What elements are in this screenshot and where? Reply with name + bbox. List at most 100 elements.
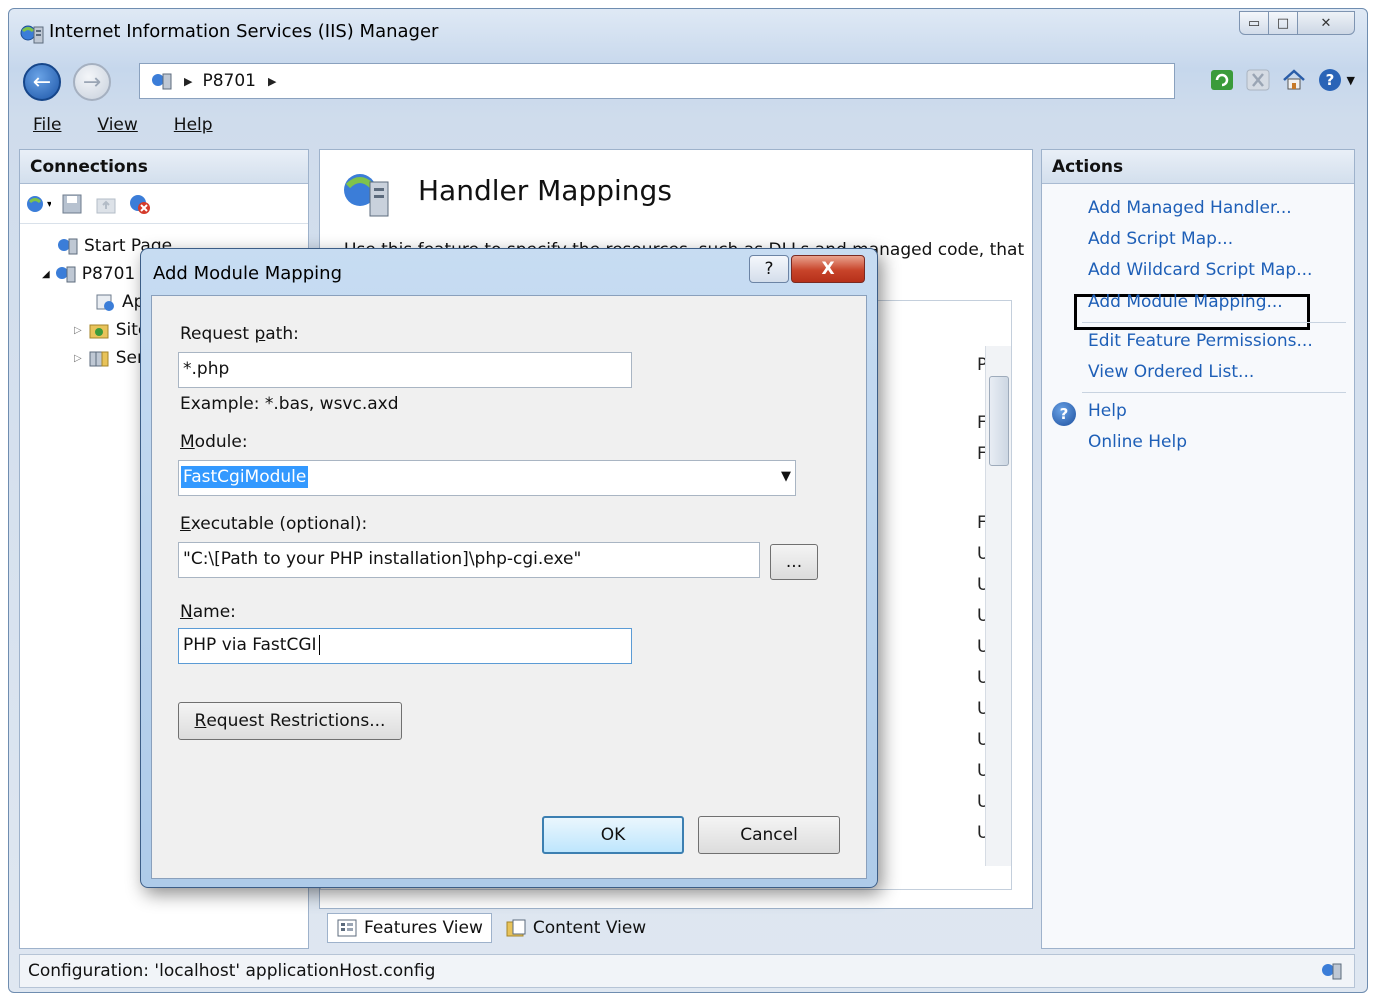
executable-label-accel: E (180, 514, 191, 534)
actions-panel: Actions Add Managed Handler... Add Scrip… (1041, 149, 1355, 949)
action-edit-feature-permissions[interactable]: Edit Feature Permissions... (1088, 331, 1313, 351)
handler-mappings-icon (344, 174, 389, 217)
browse-button[interactable]: ... (770, 544, 818, 580)
tree-server-label: P8701 (81, 264, 136, 284)
ok-button-label: OK (600, 825, 626, 845)
request-restrictions-label: equest Restrictions... (206, 711, 386, 731)
action-add-module-mapping[interactable]: Add Module Mapping... (1088, 292, 1283, 312)
up-level-button[interactable] (92, 190, 120, 218)
name-label-accel: N (180, 602, 193, 622)
tab-features-view[interactable]: Features View (327, 913, 492, 943)
globe-connect-icon: ▾ (27, 195, 51, 212)
request-path-example: Example: *.bas, wsvc.axd (180, 394, 399, 414)
tree-sites[interactable]: ▷ Site (74, 320, 148, 340)
tree-server[interactable]: ◢ P8701 (42, 264, 135, 284)
module-label-post: odule: (194, 432, 248, 452)
stop-icon (1246, 69, 1270, 91)
tree-server-farms[interactable]: ▷ Ser (74, 348, 144, 368)
server-icon (152, 73, 172, 90)
name-label-post: ame: (192, 602, 236, 622)
status-text: Configuration: 'localhost' applicationHo… (28, 961, 436, 981)
refresh-icon (1210, 70, 1233, 90)
menu-file[interactable]: File (29, 113, 65, 143)
address-bar[interactable]: ▶ P8701 ▶ (139, 63, 1175, 99)
action-add-script-map[interactable]: Add Script Map... (1088, 229, 1233, 249)
add-module-mapping-dialog: Add Module Mapping ? X Request path: *.p… (140, 248, 878, 888)
action-online-help[interactable]: Online Help (1088, 432, 1187, 452)
expand-triangle-icon[interactable]: ◢ (42, 269, 50, 280)
dialog-close-button[interactable]: X (791, 255, 865, 283)
help-dropdown-button[interactable]: ? (1315, 65, 1345, 95)
close-icon: X (821, 259, 835, 279)
expand-arrow-icon[interactable]: ▷ (74, 325, 82, 336)
name-input[interactable]: PHP via FastCGI (178, 628, 632, 664)
maximize-icon: □ (1276, 15, 1290, 31)
svg-text:▾: ▾ (47, 199, 51, 210)
disconnect-button[interactable] (126, 190, 154, 218)
expand-arrow-icon[interactable]: ▷ (74, 353, 82, 364)
arrow-right-icon: → (82, 69, 102, 95)
content-view-icon (506, 919, 526, 937)
breadcrumb-arrow-icon[interactable]: ▶ (184, 75, 192, 88)
minimize-button[interactable]: ▭ (1239, 11, 1269, 35)
close-icon: ✕ (1320, 15, 1332, 31)
dialog-help-button[interactable]: ? (749, 255, 789, 283)
module-select[interactable]: FastCgiModule ▼ (178, 460, 796, 496)
maximize-button[interactable]: □ (1268, 11, 1298, 35)
vertical-scrollbar[interactable] (985, 346, 1011, 866)
action-help[interactable]: Help (1088, 401, 1127, 421)
ok-button[interactable]: OK (542, 816, 684, 854)
breadcrumb-server[interactable]: P8701 (202, 71, 256, 91)
stop-button[interactable] (1243, 65, 1273, 95)
back-button[interactable]: ← (23, 63, 61, 101)
chevron-down-icon[interactable]: ▼ (1347, 74, 1355, 87)
menu-help-label: Help (173, 115, 213, 135)
page-title: Handler Mappings (418, 174, 672, 207)
menu-bar: File View Help (9, 113, 225, 143)
folder-up-icon (96, 198, 116, 213)
scrollbar-thumb[interactable] (989, 376, 1009, 466)
tree-app-pools[interactable]: Ap (94, 292, 144, 312)
action-view-ordered-list[interactable]: View Ordered List... (1088, 362, 1254, 382)
tab-content-view[interactable]: Content View (496, 913, 655, 943)
dialog-title: Add Module Mapping (153, 263, 342, 284)
save-button[interactable] (58, 190, 86, 218)
tab-content-view-label: Content View (532, 918, 647, 938)
connections-toolbar: ▾ (20, 184, 308, 224)
request-restrictions-button[interactable]: Request Restrictions... (178, 702, 402, 740)
home-button[interactable] (1279, 65, 1309, 95)
actions-header: Actions (1042, 150, 1354, 184)
window-close-button[interactable]: ✕ (1297, 11, 1355, 35)
sites-folder-icon (89, 324, 109, 339)
minimize-icon: ▭ (1247, 15, 1261, 31)
menu-help[interactable]: Help (170, 113, 217, 143)
action-add-managed-handler[interactable]: Add Managed Handler... (1088, 198, 1292, 218)
status-bar: Configuration: 'localhost' applicationHo… (19, 954, 1355, 988)
home-icon (1282, 69, 1305, 90)
action-add-wildcard-script-map[interactable]: Add Wildcard Script Map... (1088, 260, 1312, 280)
executable-input[interactable]: "C:\[Path to your PHP installation]\php-… (178, 542, 760, 578)
request-path-label-pre: Request (180, 324, 255, 344)
cancel-button-label: Cancel (740, 825, 798, 845)
forward-button[interactable]: → (73, 63, 111, 101)
module-selected-value: FastCgiModule (181, 466, 309, 488)
menu-view[interactable]: View (93, 113, 141, 143)
arrow-left-icon: ← (32, 69, 52, 95)
server-icon (55, 266, 76, 283)
nav-toolbar: ? ▼ (1201, 65, 1355, 95)
connect-button[interactable]: ▾ (24, 190, 52, 218)
help-icon: ? (1318, 69, 1341, 91)
server-farm-icon (89, 351, 109, 367)
executable-label: Executable (optional): (180, 514, 367, 534)
module-label-accel: M (180, 432, 195, 452)
request-restrictions-accel: R (194, 711, 207, 731)
cancel-button[interactable]: Cancel (698, 816, 840, 854)
caption-buttons: ▭ □ ✕ (1239, 11, 1355, 35)
request-path-input[interactable]: *.php (178, 352, 632, 388)
breadcrumb-arrow-icon[interactable]: ▶ (268, 75, 276, 88)
menu-file-label: File (33, 115, 62, 135)
navigation-bar: ← → ▶ P8701 ▶ ? ▼ (9, 59, 1367, 105)
chevron-down-icon[interactable]: ▼ (781, 469, 791, 484)
executable-label-post: xecutable (optional): (190, 514, 368, 534)
refresh-button[interactable] (1207, 65, 1237, 95)
